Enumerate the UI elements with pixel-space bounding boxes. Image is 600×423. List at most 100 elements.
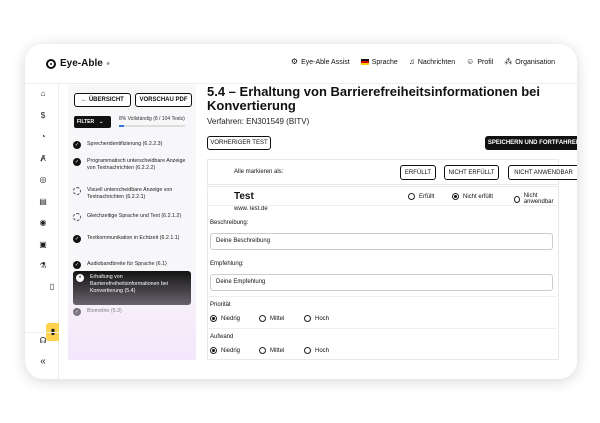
logo[interactable]: Eye-Able ® [46,58,110,69]
radio-label: Nicht erfüllt [463,193,494,200]
translate-icon[interactable]: Ⱥ [38,154,48,164]
nav-label: Profil [477,58,494,66]
bell-icon: ♫ [408,57,415,66]
radio-circle [259,315,266,322]
nav-label: Organisation [515,58,555,66]
checklist-item-label: Programmatisch unterscheidbare Anzeige v… [87,158,186,171]
radio-label: Niedrig [221,347,241,354]
beschreibung-input[interactable]: Deine Beschreibung [210,233,553,250]
checklist-item-label: Erhaltung von Barrierefreiheitsinformati… [90,274,169,294]
divider [207,205,557,206]
nav-sprache[interactable]: Sprache [360,58,398,66]
prioritaet-niedrig[interactable]: Niedrig [210,315,240,322]
radio-label: Nicht anwendbar [523,193,554,205]
beschreibung-label: Beschreibung: [210,220,249,226]
mark-fulfilled-button[interactable]: ERFÜLLT [400,165,436,180]
mark-all-bar: Alle markieren als: ERFÜLLT NICHT ERFÜLL… [207,159,577,185]
support-icon[interactable]: ☊ [38,336,48,346]
radio-label: Mittel [270,347,285,354]
page-title: 5.4 – Erhaltung von Barrierefreiheitsinf… [207,84,541,113]
test-title: Test [234,191,254,202]
nav-eye-able-assist[interactable]: ⚙ Eye-Able Assist [291,58,350,66]
logo-text: Eye-Able [60,58,103,69]
filter-dropdown[interactable]: FILTER ⌄ [74,116,111,128]
back-overview-button[interactable]: ← ÜBERSICHT [74,93,131,107]
gear-icon: ⚙ [290,57,299,66]
checklist-item[interactable]: ✓ Audiobandbreite für Sprache (6.1) [73,261,191,269]
checklist-item[interactable]: ✓ Biometrie (5.3) [73,308,191,316]
aufwand-hoch[interactable]: Hoch [304,347,329,354]
pdf-icon[interactable]: ▣ [38,240,48,250]
previous-test-button[interactable]: VORHERIGER TEST [207,136,271,150]
empfehlung-label: Empfehlung: [210,261,244,267]
organisation-icon: ⁂ [504,57,513,66]
prioritaet-label: Priorität [210,302,231,308]
radio-circle-selected [452,193,459,200]
radio-label: Hoch [315,347,330,354]
target-icon[interactable]: ◉ [38,218,48,228]
checklist-item[interactable]: ✓ Sprecheridentifizierung (6.2.2.3) [73,141,191,149]
dollar-icon[interactable]: $ [38,111,48,121]
divider [207,328,557,329]
mark-all-label: Alle markieren als: [234,169,284,175]
fingerprint-icon[interactable]: ◎ [38,175,48,185]
checklist-item[interactable]: × Erhaltung von Barrierefreiheitsinformat… [73,271,191,305]
clipboard-icon[interactable]: ▤ [38,197,48,207]
checkmark-icon: ✓ [73,141,81,149]
empfehlung-input[interactable]: Deine Empfehlung [210,274,553,291]
aufwand-label: Aufwand [210,334,234,340]
checklist-item-label: Audiobandbreite für Sprache (6.1) [87,261,167,267]
checklist-item-label: Textkommunikation in Echtzeit (6.2.1.1) [87,235,180,241]
test-url: www.Test.de [234,206,268,212]
checklist-item[interactable]: Gleichzeitige Sprache und Text (6.2.1.2) [73,213,191,227]
test-list-panel: ← ÜBERSICHT VORSCHAU PDF FILTER ⌄ 8% Voll… [68,85,196,360]
clock-icon[interactable]: ◔ [38,132,48,142]
checklist-item[interactable]: ✓ Textkommunikation in Echtzeit (6.2.1.1) [73,235,191,249]
radio-circle [304,347,311,354]
verfahren-text: Verfahren: EN301549 (BITV) [207,117,310,126]
checklist-item[interactable]: ✓ Programmatisch unterscheidbare Anzeige … [73,158,191,179]
collapse-icon[interactable]: « [38,357,48,367]
nav-nachrichten[interactable]: ♫ Nachrichten [409,58,455,66]
flask-icon[interactable]: ⚗ [38,261,48,271]
radio-circle [514,195,520,203]
radio-label: Hoch [315,315,330,322]
mark-not-fulfilled-button[interactable]: NICHT ERFÜLLT [444,165,499,180]
checklist-item-label: Visuell unterscheidbare Anzeige von Text… [87,187,173,200]
radio-not-applicable[interactable]: Nicht anwendbar [514,193,558,205]
checklist-item-label: Gleichzeitige Sprache und Text (6.2.1.2) [87,213,182,219]
prioritaet-hoch[interactable]: Hoch [304,315,329,322]
nav-profil[interactable]: ☺ Profil [466,58,493,66]
home-icon[interactable]: ⌂ [38,89,48,99]
eye-able-logo-icon [46,58,56,69]
pending-icon [73,213,81,221]
checklist-item-label: Sprecheridentifizierung (6.2.2.3) [87,141,163,147]
radio-circle [259,347,266,354]
save-continue-button[interactable]: SPEICHERN UND FORTFAHREN [485,136,577,150]
mark-not-applicable-button[interactable]: NICHT ANWENDBAR [508,165,577,180]
document-icon[interactable]: ▯ [47,282,57,292]
progress-bar [119,125,185,127]
radio-not-fulfilled[interactable]: Nicht erfüllt [452,193,493,200]
checkmark-icon: ✓ [73,261,81,269]
prioritaet-mittel[interactable]: Mittel [259,315,284,322]
checkmark-icon: ✓ [73,235,81,243]
nav-organisation[interactable]: ⁂ Organisation [504,58,555,66]
aufwand-niedrig[interactable]: Niedrig [210,347,240,354]
radio-fulfilled[interactable]: Erfüllt [408,193,434,200]
top-nav: ⚙ Eye-Able Assist Sprache ♫ Nachrichten ☺ P… [291,58,555,66]
left-rail: ⌂ $ ◔ Ⱥ ◎ ▤ ◉ ▣ ⚗ ▯ ▮ ☊ « [25,84,59,379]
preview-pdf-button[interactable]: VORSCHAU PDF [135,93,192,107]
radio-label: Niedrig [221,315,241,322]
radio-circle [408,193,415,200]
radio-label: Erfüllt [419,193,435,200]
nav-label: Eye-Able Assist [301,58,350,66]
aufwand-mittel[interactable]: Mittel [259,347,284,354]
filter-label: FILTER [77,119,95,125]
checklist-item[interactable]: Visuell unterscheidbare Anzeige von Text… [73,187,191,201]
progress-text: 8% Vollständig (8 / 104 Tests) [119,116,185,122]
checklist-item-label: Biometrie (5.3) [87,308,122,314]
pending-icon [73,187,81,195]
radio-circle-selected [210,315,217,322]
top-bar: Eye-Able ® ⚙ Eye-Able Assist Sprache ♫ Nach… [25,44,577,84]
